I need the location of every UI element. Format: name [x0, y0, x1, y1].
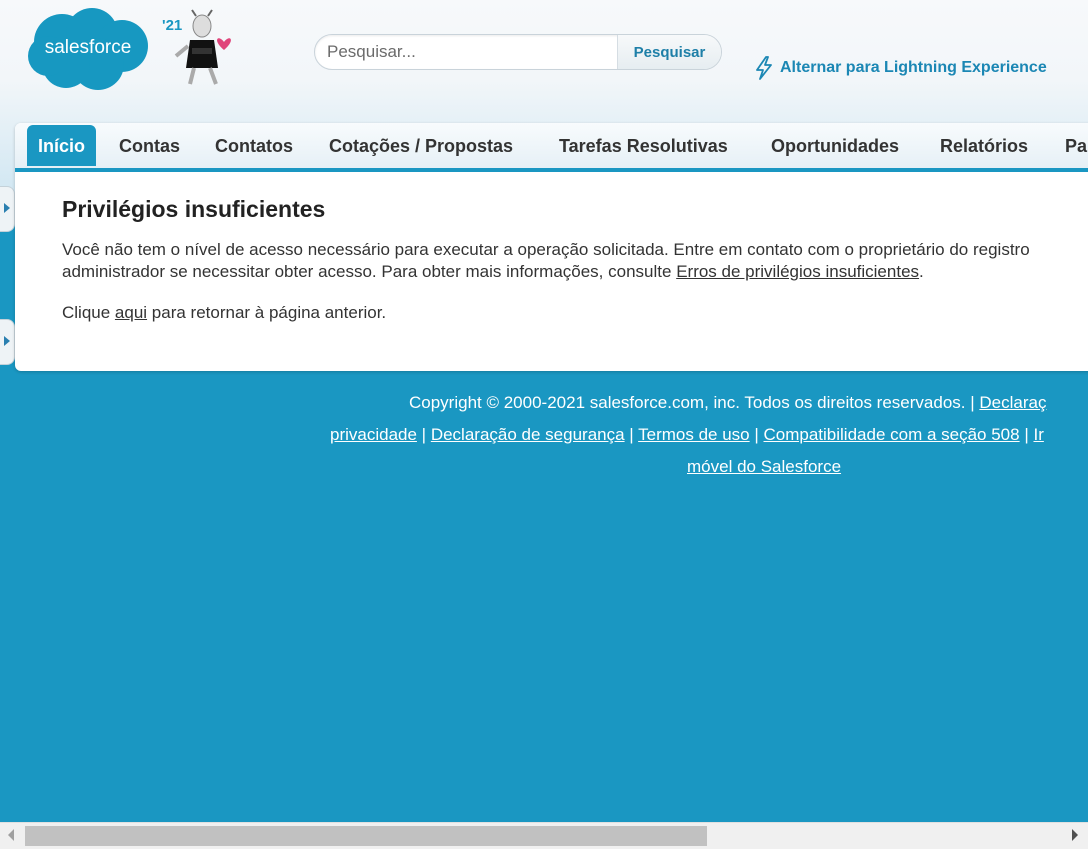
tab-bar: Início Contas Contatos Cotações / Propos…: [15, 123, 1088, 172]
error-line-1: Você não tem o nível de acesso necessári…: [62, 240, 1030, 259]
back-message: Clique aqui para retornar à página anter…: [62, 303, 386, 323]
footer-line-2: privacidade | Declaração de segurança | …: [330, 425, 1044, 445]
salesforce-cloud-icon: salesforce: [28, 8, 148, 90]
footer-link-508[interactable]: Compatibilidade com a seção 508: [764, 425, 1020, 444]
logo-text: salesforce: [45, 37, 132, 58]
scroll-right-arrow-icon[interactable]: [1072, 829, 1078, 841]
main-card: Início Contas Contatos Cotações / Propos…: [15, 123, 1088, 371]
copyright-text: Copyright © 2000-2021 salesforce.com, in…: [409, 393, 980, 412]
footer-link-termos[interactable]: Termos de uso: [638, 425, 750, 444]
tab-relatorios[interactable]: Relatórios: [940, 133, 1028, 169]
footer-sep: |: [1019, 425, 1034, 444]
arrow-right-icon: [4, 203, 10, 213]
salesforce-logo[interactable]: salesforce: [26, 6, 150, 92]
insufficient-privileges-link[interactable]: Erros de privilégios insuficientes: [676, 262, 919, 281]
error-line-2: administrador se necessitar obter acesso…: [62, 261, 1030, 283]
tab-more[interactable]: Pa: [1065, 133, 1087, 169]
tab-oportunidades[interactable]: Oportunidades: [771, 133, 899, 169]
page-title: Privilégios insuficientes: [62, 196, 326, 222]
footer-sep: |: [624, 425, 639, 444]
footer-link-ir[interactable]: Ir: [1033, 425, 1043, 444]
back-suffix: para retornar à página anterior.: [147, 303, 387, 322]
scroll-left-arrow-icon[interactable]: [8, 829, 14, 841]
error-line-2-text: administrador se necessitar obter acesso…: [62, 262, 677, 281]
footer-link-privacidade[interactable]: privacidade: [330, 425, 417, 444]
footer-link-movel[interactable]: móvel do Salesforce: [687, 457, 841, 476]
footer-sep: |: [416, 425, 431, 444]
tab-cotacoes-propostas[interactable]: Cotações / Propostas: [329, 133, 513, 169]
lightning-bolt-icon: [756, 56, 772, 80]
sidebar-toggle-bottom[interactable]: [0, 319, 15, 365]
footer-line-1: Copyright © 2000-2021 salesforce.com, in…: [409, 393, 1046, 413]
search-input[interactable]: [327, 35, 617, 69]
switch-lightning-label: Alternar para Lightning Experience: [780, 59, 1047, 76]
horizontal-scrollbar[interactable]: [0, 822, 1088, 849]
arrow-right-icon: [4, 336, 10, 346]
error-line-2-suffix: .: [919, 262, 924, 281]
tab-contas[interactable]: Contas: [119, 133, 180, 169]
footer-link-declaracao[interactable]: Declaraç: [979, 393, 1046, 412]
back-here-link[interactable]: aqui: [115, 303, 147, 322]
tab-inicio[interactable]: Início: [27, 125, 97, 166]
footer-link-seguranca[interactable]: Declaração de segurança: [431, 425, 625, 444]
tab-tarefas-resolutivas[interactable]: Tarefas Resolutivas: [559, 133, 728, 169]
tab-contatos[interactable]: Contatos: [215, 133, 293, 169]
back-prefix: Clique: [62, 303, 115, 322]
search-box: Pesquisar: [314, 34, 722, 70]
error-message: Você não tem o nível de acesso necessári…: [62, 239, 1030, 283]
release-badge: '21: [162, 17, 182, 34]
search-button[interactable]: Pesquisar: [617, 35, 721, 69]
sidebar-toggle-top[interactable]: [0, 186, 15, 232]
footer-sep: |: [749, 425, 764, 444]
mascot-goat-icon: '21: [160, 8, 236, 92]
switch-lightning-link[interactable]: Alternar para Lightning Experience: [754, 56, 1047, 80]
footer-line-3: móvel do Salesforce: [687, 457, 841, 477]
scrollbar-thumb[interactable]: [25, 826, 707, 846]
